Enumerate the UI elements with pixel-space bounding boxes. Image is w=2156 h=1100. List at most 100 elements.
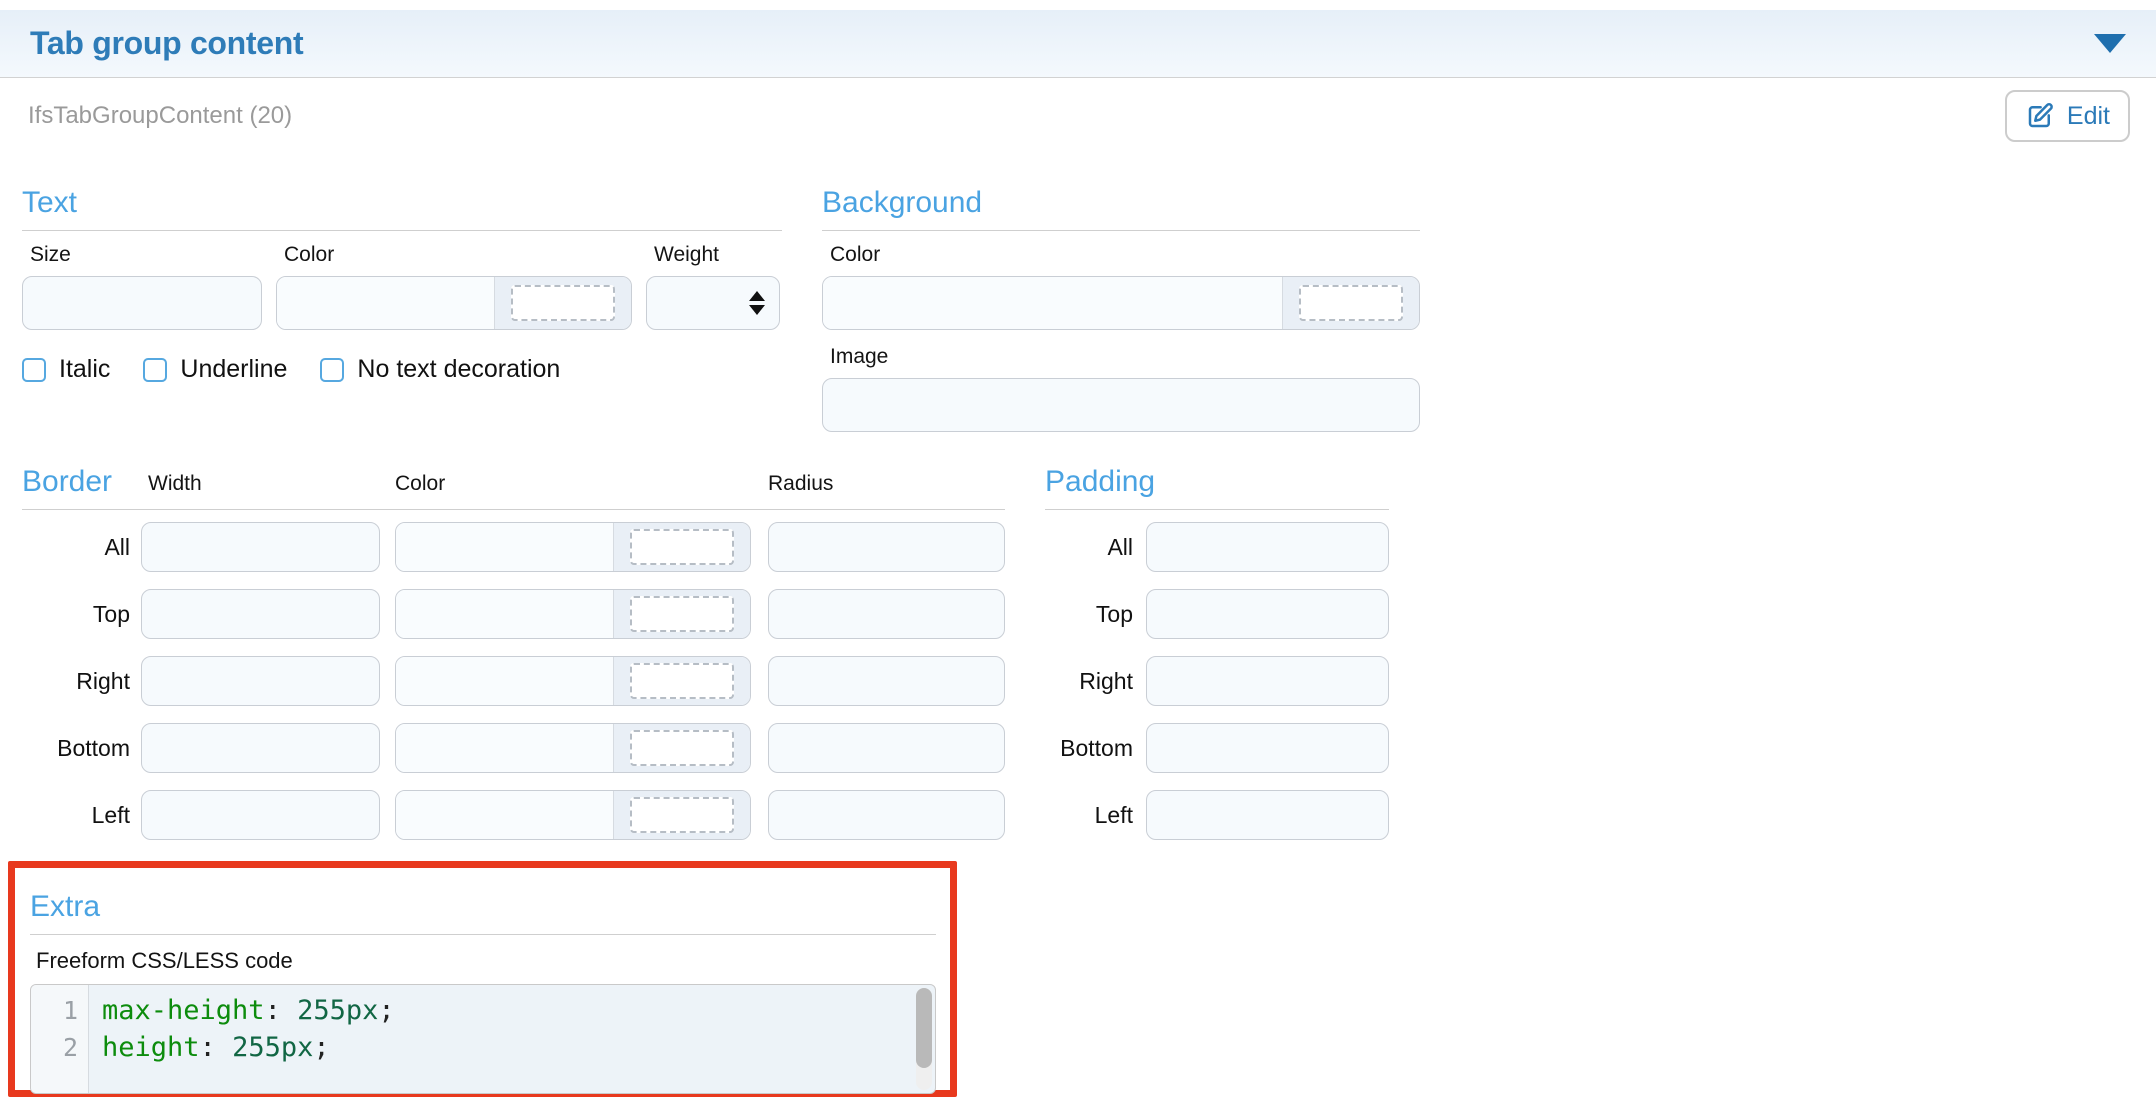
padding-all-input[interactable]	[1146, 522, 1389, 572]
code-line-1: max-height: 255px;	[102, 992, 935, 1029]
edit-pencil-icon	[2025, 101, 2055, 131]
border-top-radius-input[interactable]	[768, 589, 1005, 639]
color-swatch	[630, 529, 734, 565]
border-color-column-label: Color	[395, 472, 445, 496]
border-right-width-input[interactable]	[141, 656, 380, 706]
chevron-down-icon[interactable]	[2094, 34, 2126, 53]
weight-label: Weight	[646, 243, 780, 267]
color-swatch	[630, 730, 734, 766]
border-top-color-swatch-area[interactable]	[614, 590, 750, 638]
border-right-color-field	[395, 656, 751, 706]
divider	[1045, 509, 1389, 510]
border-top-width-input[interactable]	[141, 589, 380, 639]
italic-label: Italic	[59, 355, 110, 384]
border-row-bottom: Bottom	[22, 723, 1005, 773]
background-color-label: Color	[822, 243, 1420, 267]
code-area[interactable]: max-height: 255px; height: 255px;	[89, 985, 935, 1093]
text-size-input[interactable]	[22, 276, 262, 330]
text-section: Text Size Color Weight Italic Underline …	[22, 185, 782, 384]
weight-select[interactable]	[646, 276, 780, 330]
border-all-color-field	[395, 522, 751, 572]
css-code-editor[interactable]: 1 2 max-height: 255px; height: 255px;	[30, 984, 936, 1094]
page-title: Tab group content	[30, 25, 303, 62]
border-bottom-color-swatch-area[interactable]	[614, 724, 750, 772]
padding-right-input[interactable]	[1146, 656, 1389, 706]
line-number: 1	[31, 992, 78, 1029]
border-all-color-swatch-area[interactable]	[614, 523, 750, 571]
border-bottom-color-input[interactable]	[396, 724, 614, 772]
line-number: 2	[31, 1029, 78, 1066]
padding-section-title: Padding	[1045, 464, 1155, 500]
extra-section-title: Extra	[30, 889, 936, 925]
border-section: Border Width Color Radius All Top Right	[22, 462, 1005, 840]
row-label: Left	[1045, 802, 1133, 829]
border-left-color-input[interactable]	[396, 791, 614, 839]
border-section-title: Border	[22, 464, 112, 500]
padding-section: Padding All Top Right Bottom Left	[1045, 462, 1389, 840]
border-left-width-input[interactable]	[141, 790, 380, 840]
size-label: Size	[22, 243, 262, 267]
border-right-color-input[interactable]	[396, 657, 614, 705]
color-swatch	[630, 596, 734, 632]
color-swatch	[1299, 285, 1403, 321]
border-row-right: Right	[22, 656, 1005, 706]
border-all-width-input[interactable]	[141, 522, 380, 572]
row-label: Top	[1045, 601, 1133, 628]
edit-button[interactable]: Edit	[2005, 90, 2130, 142]
row-label: Bottom	[22, 735, 130, 762]
border-right-radius-input[interactable]	[768, 656, 1005, 706]
divider	[22, 230, 782, 231]
row-label: Top	[22, 601, 130, 628]
text-color-label: Color	[276, 243, 632, 267]
padding-row-top: Top	[1045, 589, 1389, 639]
border-row-all: All	[22, 522, 1005, 572]
background-section: Background Color Image	[822, 185, 1420, 432]
line-number-gutter: 1 2	[31, 985, 89, 1093]
border-all-radius-input[interactable]	[768, 522, 1005, 572]
border-radius-column-label: Radius	[768, 472, 833, 496]
scrollbar-thumb[interactable]	[916, 988, 932, 1068]
text-color-input[interactable]	[277, 277, 495, 329]
border-bottom-color-field	[395, 723, 751, 773]
code-line-2: height: 255px;	[102, 1029, 935, 1066]
freeform-css-label: Freeform CSS/LESS code	[30, 948, 936, 974]
divider	[22, 509, 1005, 510]
text-color-swatch-area[interactable]	[495, 277, 631, 329]
background-section-title: Background	[822, 185, 1420, 221]
underline-label: Underline	[180, 355, 287, 384]
underline-checkbox[interactable]	[143, 358, 167, 382]
text-section-title: Text	[22, 185, 782, 221]
padding-left-input[interactable]	[1146, 790, 1389, 840]
border-right-color-swatch-area[interactable]	[614, 657, 750, 705]
background-color-field	[822, 276, 1420, 330]
padding-row-left: Left	[1045, 790, 1389, 840]
row-label: Right	[22, 668, 130, 695]
background-image-input[interactable]	[822, 378, 1420, 432]
divider	[30, 934, 936, 935]
row-label: Right	[1045, 668, 1133, 695]
padding-bottom-input[interactable]	[1146, 723, 1389, 773]
row-label: All	[1045, 534, 1133, 561]
row-label: Bottom	[1045, 735, 1133, 762]
border-bottom-width-input[interactable]	[141, 723, 380, 773]
border-row-left: Left	[22, 790, 1005, 840]
no-text-decoration-checkbox[interactable]	[320, 358, 344, 382]
italic-checkbox[interactable]	[22, 358, 46, 382]
padding-row-right: Right	[1045, 656, 1389, 706]
component-selector-label: IfsTabGroupContent (20)	[28, 102, 292, 130]
border-left-color-field	[395, 790, 751, 840]
row-label: Left	[22, 802, 130, 829]
padding-top-input[interactable]	[1146, 589, 1389, 639]
border-all-color-input[interactable]	[396, 523, 614, 571]
background-color-input[interactable]	[823, 277, 1283, 329]
border-bottom-radius-input[interactable]	[768, 723, 1005, 773]
color-swatch	[630, 663, 734, 699]
no-text-decoration-label: No text decoration	[357, 355, 560, 384]
text-color-field	[276, 276, 632, 330]
border-left-color-swatch-area[interactable]	[614, 791, 750, 839]
border-left-radius-input[interactable]	[768, 790, 1005, 840]
edit-button-label: Edit	[2067, 102, 2110, 131]
divider	[822, 230, 1420, 231]
border-top-color-input[interactable]	[396, 590, 614, 638]
background-color-swatch-area[interactable]	[1283, 277, 1419, 329]
